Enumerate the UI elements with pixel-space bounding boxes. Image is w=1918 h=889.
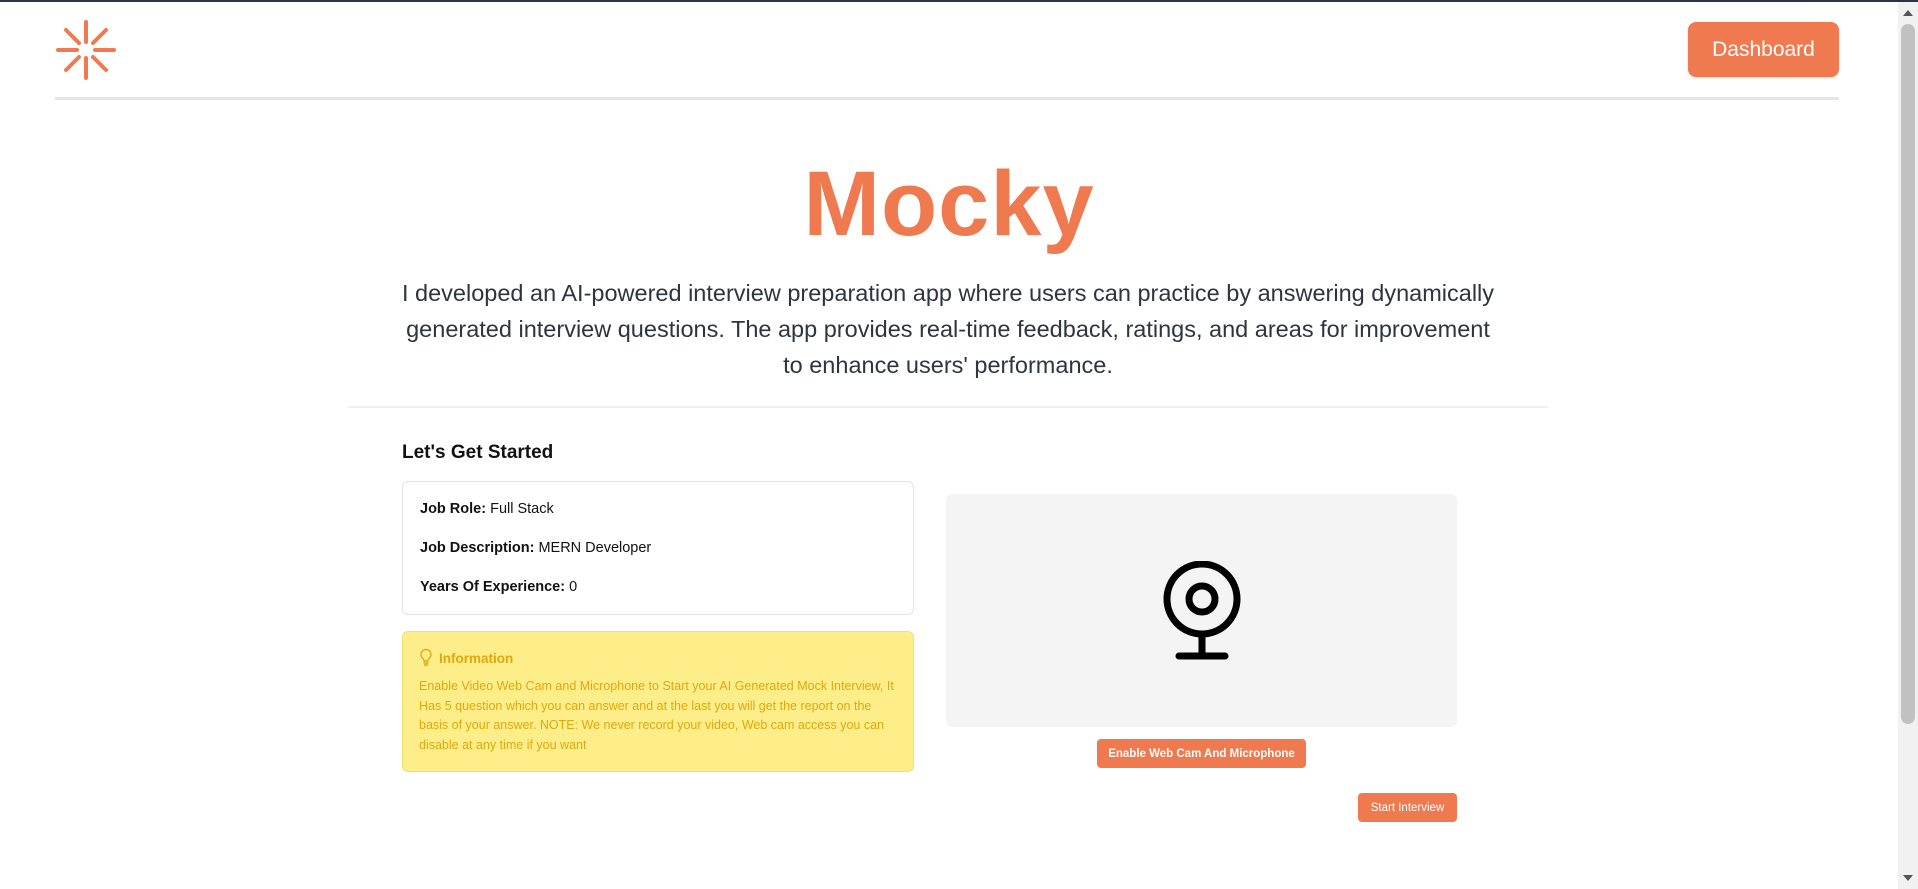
job-role-row: Job Role: Full Stack: [420, 501, 554, 517]
scrollbar-thumb[interactable]: [1901, 24, 1915, 724]
hero-description: I developed an AI-powered interview prep…: [401, 280, 1495, 378]
scroll-down-arrow-icon[interactable]: [1903, 875, 1913, 881]
header: Dashboard: [55, 2, 1839, 100]
notice-header: Information: [419, 648, 513, 669]
enable-webcam-button[interactable]: Enable Web Cam And Microphone: [1097, 739, 1306, 768]
scroll-up-arrow-icon[interactable]: [1903, 10, 1913, 16]
experience-value: 0: [569, 579, 578, 595]
interview-details-card: Job Role: Full Stack Job Description: ME…: [402, 481, 914, 615]
vertical-scrollbar[interactable]: [1898, 2, 1918, 889]
dashboard-button[interactable]: Dashboard: [1688, 22, 1839, 77]
webcam-preview: [946, 494, 1457, 727]
webcam-icon: [1161, 560, 1243, 661]
job-description-row: Job Description: MERN Developer: [420, 540, 651, 556]
page: Dashboard Mocky I developed an AI-powere…: [0, 0, 1898, 889]
experience-label: Years Of Experience:: [420, 579, 566, 595]
notice-body: Enable Video Web Cam and Microphone to S…: [419, 679, 894, 752]
job-role-value: Full Stack: [490, 501, 554, 517]
job-description-label: Job Description:: [420, 540, 535, 556]
section-title: Let's Get Started: [402, 442, 554, 463]
notice-title: Information: [439, 651, 514, 666]
information-notice: Information Enable Video Web Cam and Mic…: [402, 631, 914, 772]
page-title: Mocky: [803, 153, 1095, 255]
experience-row: Years Of Experience: 0: [420, 579, 577, 595]
asterisk-logo-icon[interactable]: [55, 18, 117, 82]
job-role-label: Job Role:: [420, 501, 487, 517]
lightbulb-icon: [419, 648, 433, 669]
job-description-value: MERN Developer: [538, 540, 652, 556]
section-divider: [348, 406, 1548, 408]
start-interview-button[interactable]: Start Interview: [1358, 793, 1457, 822]
